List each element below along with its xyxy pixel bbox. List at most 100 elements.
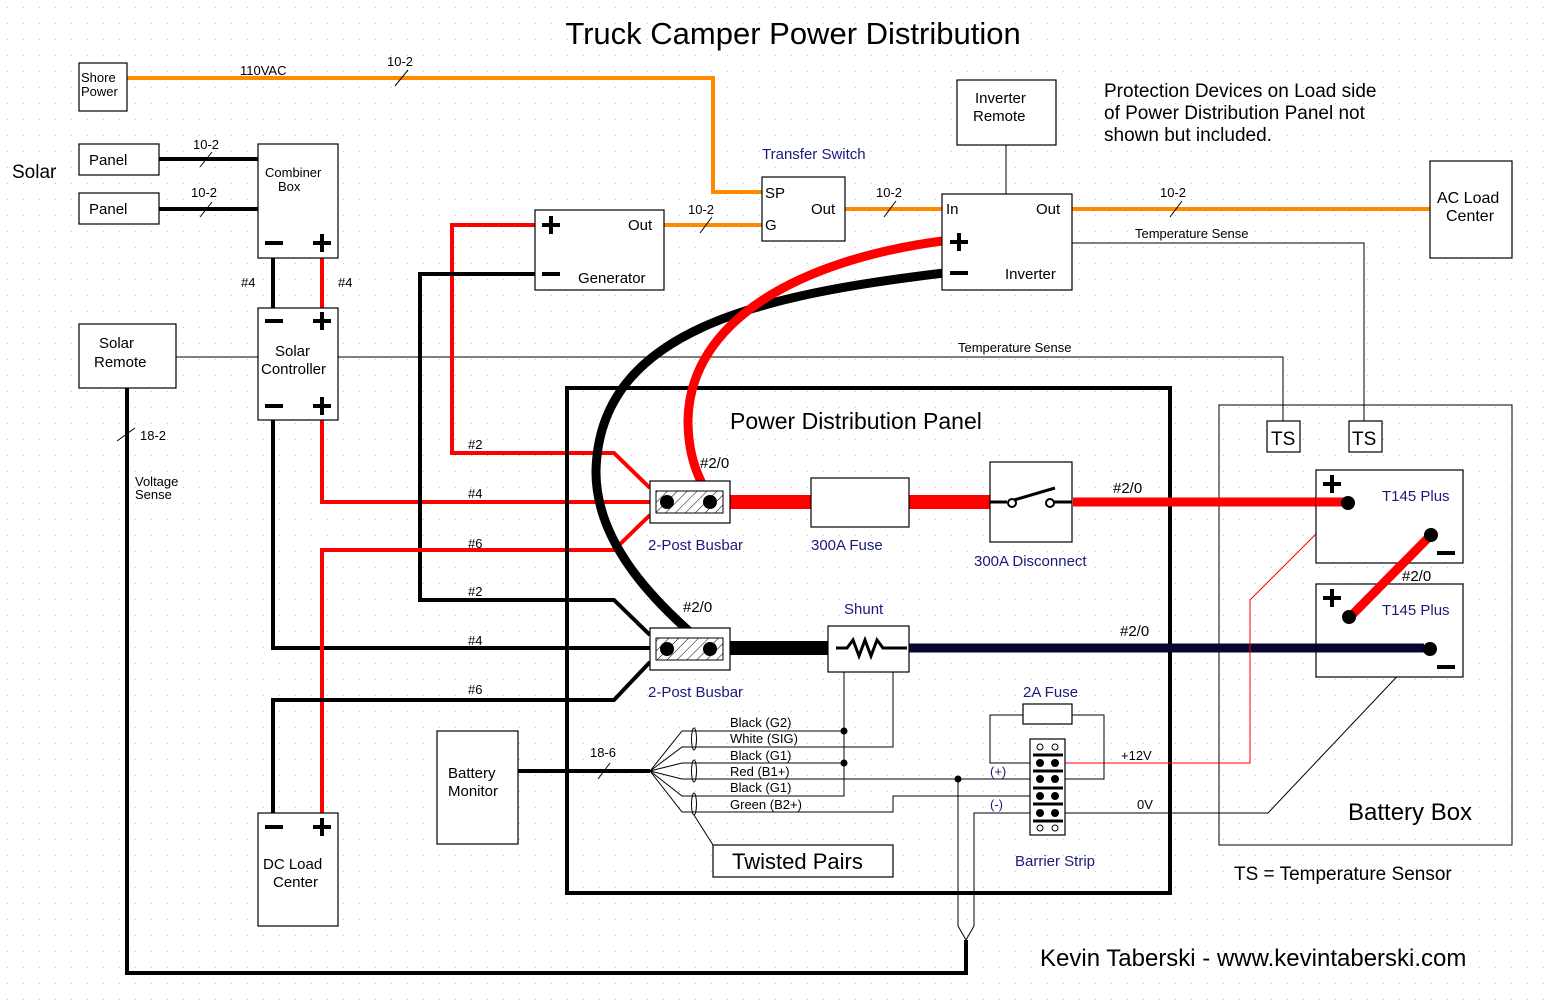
battery-1-pos-terminal [1341,496,1355,510]
temp-sensor-2: TS [1348,420,1383,453]
voltage-sense-label: Sense [135,487,172,502]
svg-text:Twisted Pairs: Twisted Pairs [732,849,863,874]
author-footer: Kevin Taberski - www.kevintaberski.com [1040,945,1466,972]
svg-text:T145 Plus: T145 Plus [1382,602,1450,619]
svg-text:Solar: Solar [99,335,134,352]
inverter-remote-box: Inverter Remote [956,79,1057,146]
busbar-pos-label: 2-Post Busbar [648,537,743,554]
disconnect-300a-label: 300A Disconnect [974,553,1087,570]
battery-1-neg-terminal [1424,528,1438,542]
fuse-300a-label: 300A Fuse [811,537,883,554]
svg-text:Generator: Generator [578,270,646,287]
zero-v-label: 0V [1137,797,1153,812]
svg-text:Out: Out [628,217,653,234]
svg-text:Power: Power [81,84,119,99]
temp-sense-label: Temperature Sense [1135,226,1248,241]
barrier-strip [1029,738,1066,836]
generator-box: Out Generator [534,209,665,291]
neg-bus-gauge: #2/0 [683,599,712,616]
temp-sensor-1: TS [1266,420,1301,453]
neg-6-gauge: #6 [468,682,482,697]
ac-load-center-box: AC Load Center [1429,160,1513,259]
fuse-300a [810,477,910,528]
remote-gauge-label: 18-2 [140,428,166,443]
solar-remote-box: Solar Remote [78,323,177,389]
pos-bus-gauge: #2/0 [700,455,729,472]
monitor-wire-label: Black (G1) [730,780,791,795]
svg-text:Combiner: Combiner [265,165,322,180]
monitor-wire-label: Black (G2) [730,715,791,730]
svg-text:Out: Out [811,201,836,218]
barrier-strip-label: Barrier Strip [1015,853,1095,870]
solar-label: Solar [12,162,57,183]
shunt [827,625,910,673]
solar-panel-1: Panel [78,143,160,176]
svg-text:TS: TS [1352,429,1376,450]
shore-power-box: Shore Power [78,62,128,112]
svg-text:DC Load: DC Load [263,856,322,873]
ts-legend: TS = Temperature Sensor [1234,864,1452,885]
pos-6-gauge: #6 [468,536,482,551]
svg-text:Panel: Panel [89,152,127,169]
busbar-neg-label: 2-Post Busbar [648,684,743,701]
svg-text:Out: Out [1036,201,1061,218]
svg-text:T145 Plus: T145 Plus [1382,488,1450,505]
vac110-label: 110VAC [240,63,287,78]
svg-text:G: G [765,217,777,234]
junction-dot [840,727,848,735]
gen-out-gauge: 10-2 [688,202,714,217]
dc-load-center-box: DC Load Center [257,812,339,927]
battery-1: T145 Plus [1315,469,1464,564]
combiner-box: Combiner Box [257,143,339,259]
pos-2-gauge: #2 [468,437,482,452]
pdp-title: Power Distribution Panel [730,408,982,434]
svg-text:Box: Box [278,179,301,194]
note-line: shown but included. [1104,125,1272,146]
svg-text:Shore: Shore [81,70,116,85]
svg-text:Monitor: Monitor [448,783,498,800]
monitor-wire-label: White (SIG) [730,731,798,746]
solar-controller-box: Solar Controller [257,307,339,421]
shore-gauge-label: 10-2 [387,54,413,69]
svg-text:Controller: Controller [261,361,326,378]
fuse-2a [1022,703,1073,725]
battery-box-label: Battery Box [1348,799,1472,826]
battery-monitor-box: Battery Monitor [436,730,519,845]
minus-term-label: (-) [990,797,1003,812]
combiner-pos-gauge: #4 [338,275,352,290]
inverter-box: In Out Inverter [941,193,1073,291]
svg-text:Remote: Remote [973,108,1026,125]
svg-text:Remote: Remote [94,354,147,371]
svg-text:TS: TS [1271,429,1295,450]
wiring-diagram: Truck Camper Power Distribution Protecti… [0,0,1550,1002]
monitor-wire-label: Red (B1+) [730,764,790,779]
combiner-neg-gauge: #4 [241,275,255,290]
neg-2-gauge: #2 [468,584,482,599]
svg-text:Solar: Solar [275,343,310,360]
plus12v-label: +12V [1121,748,1152,763]
svg-text:Center: Center [273,874,318,891]
fuse-2a-label: 2A Fuse [1023,684,1078,701]
transfer-switch-box: SP G Out [761,176,846,242]
inv-out-gauge: 10-2 [1160,185,1186,200]
svg-text:Panel: Panel [89,201,127,218]
twisted-pairs-callout: Twisted Pairs [712,844,894,878]
battery-2-pos-terminal [1342,610,1356,624]
svg-text:Center: Center [1446,208,1495,225]
monitor-wire-label: Black (G1) [730,748,791,763]
battery-2-neg-terminal [1423,642,1437,656]
negative-busbar [649,627,731,671]
svg-text:In: In [946,201,959,218]
diagram-title: Truck Camper Power Distribution [565,16,1020,51]
monitor-wire-label: Green (B2+) [730,797,802,812]
note-line: Protection Devices on Load side [1104,81,1377,102]
pos-4-gauge: #4 [468,486,482,501]
pos-to-battery-gauge: #2/0 [1113,480,1142,497]
panel-2-gauge: 10-2 [191,185,217,200]
plus-term-label: (+) [990,764,1006,779]
svg-text:Inverter: Inverter [975,90,1026,107]
svg-text:AC Load: AC Load [1437,190,1499,207]
junction-dot [840,759,848,767]
transfer-switch-label: Transfer Switch [762,146,866,163]
svg-text:Inverter: Inverter [1005,266,1056,283]
